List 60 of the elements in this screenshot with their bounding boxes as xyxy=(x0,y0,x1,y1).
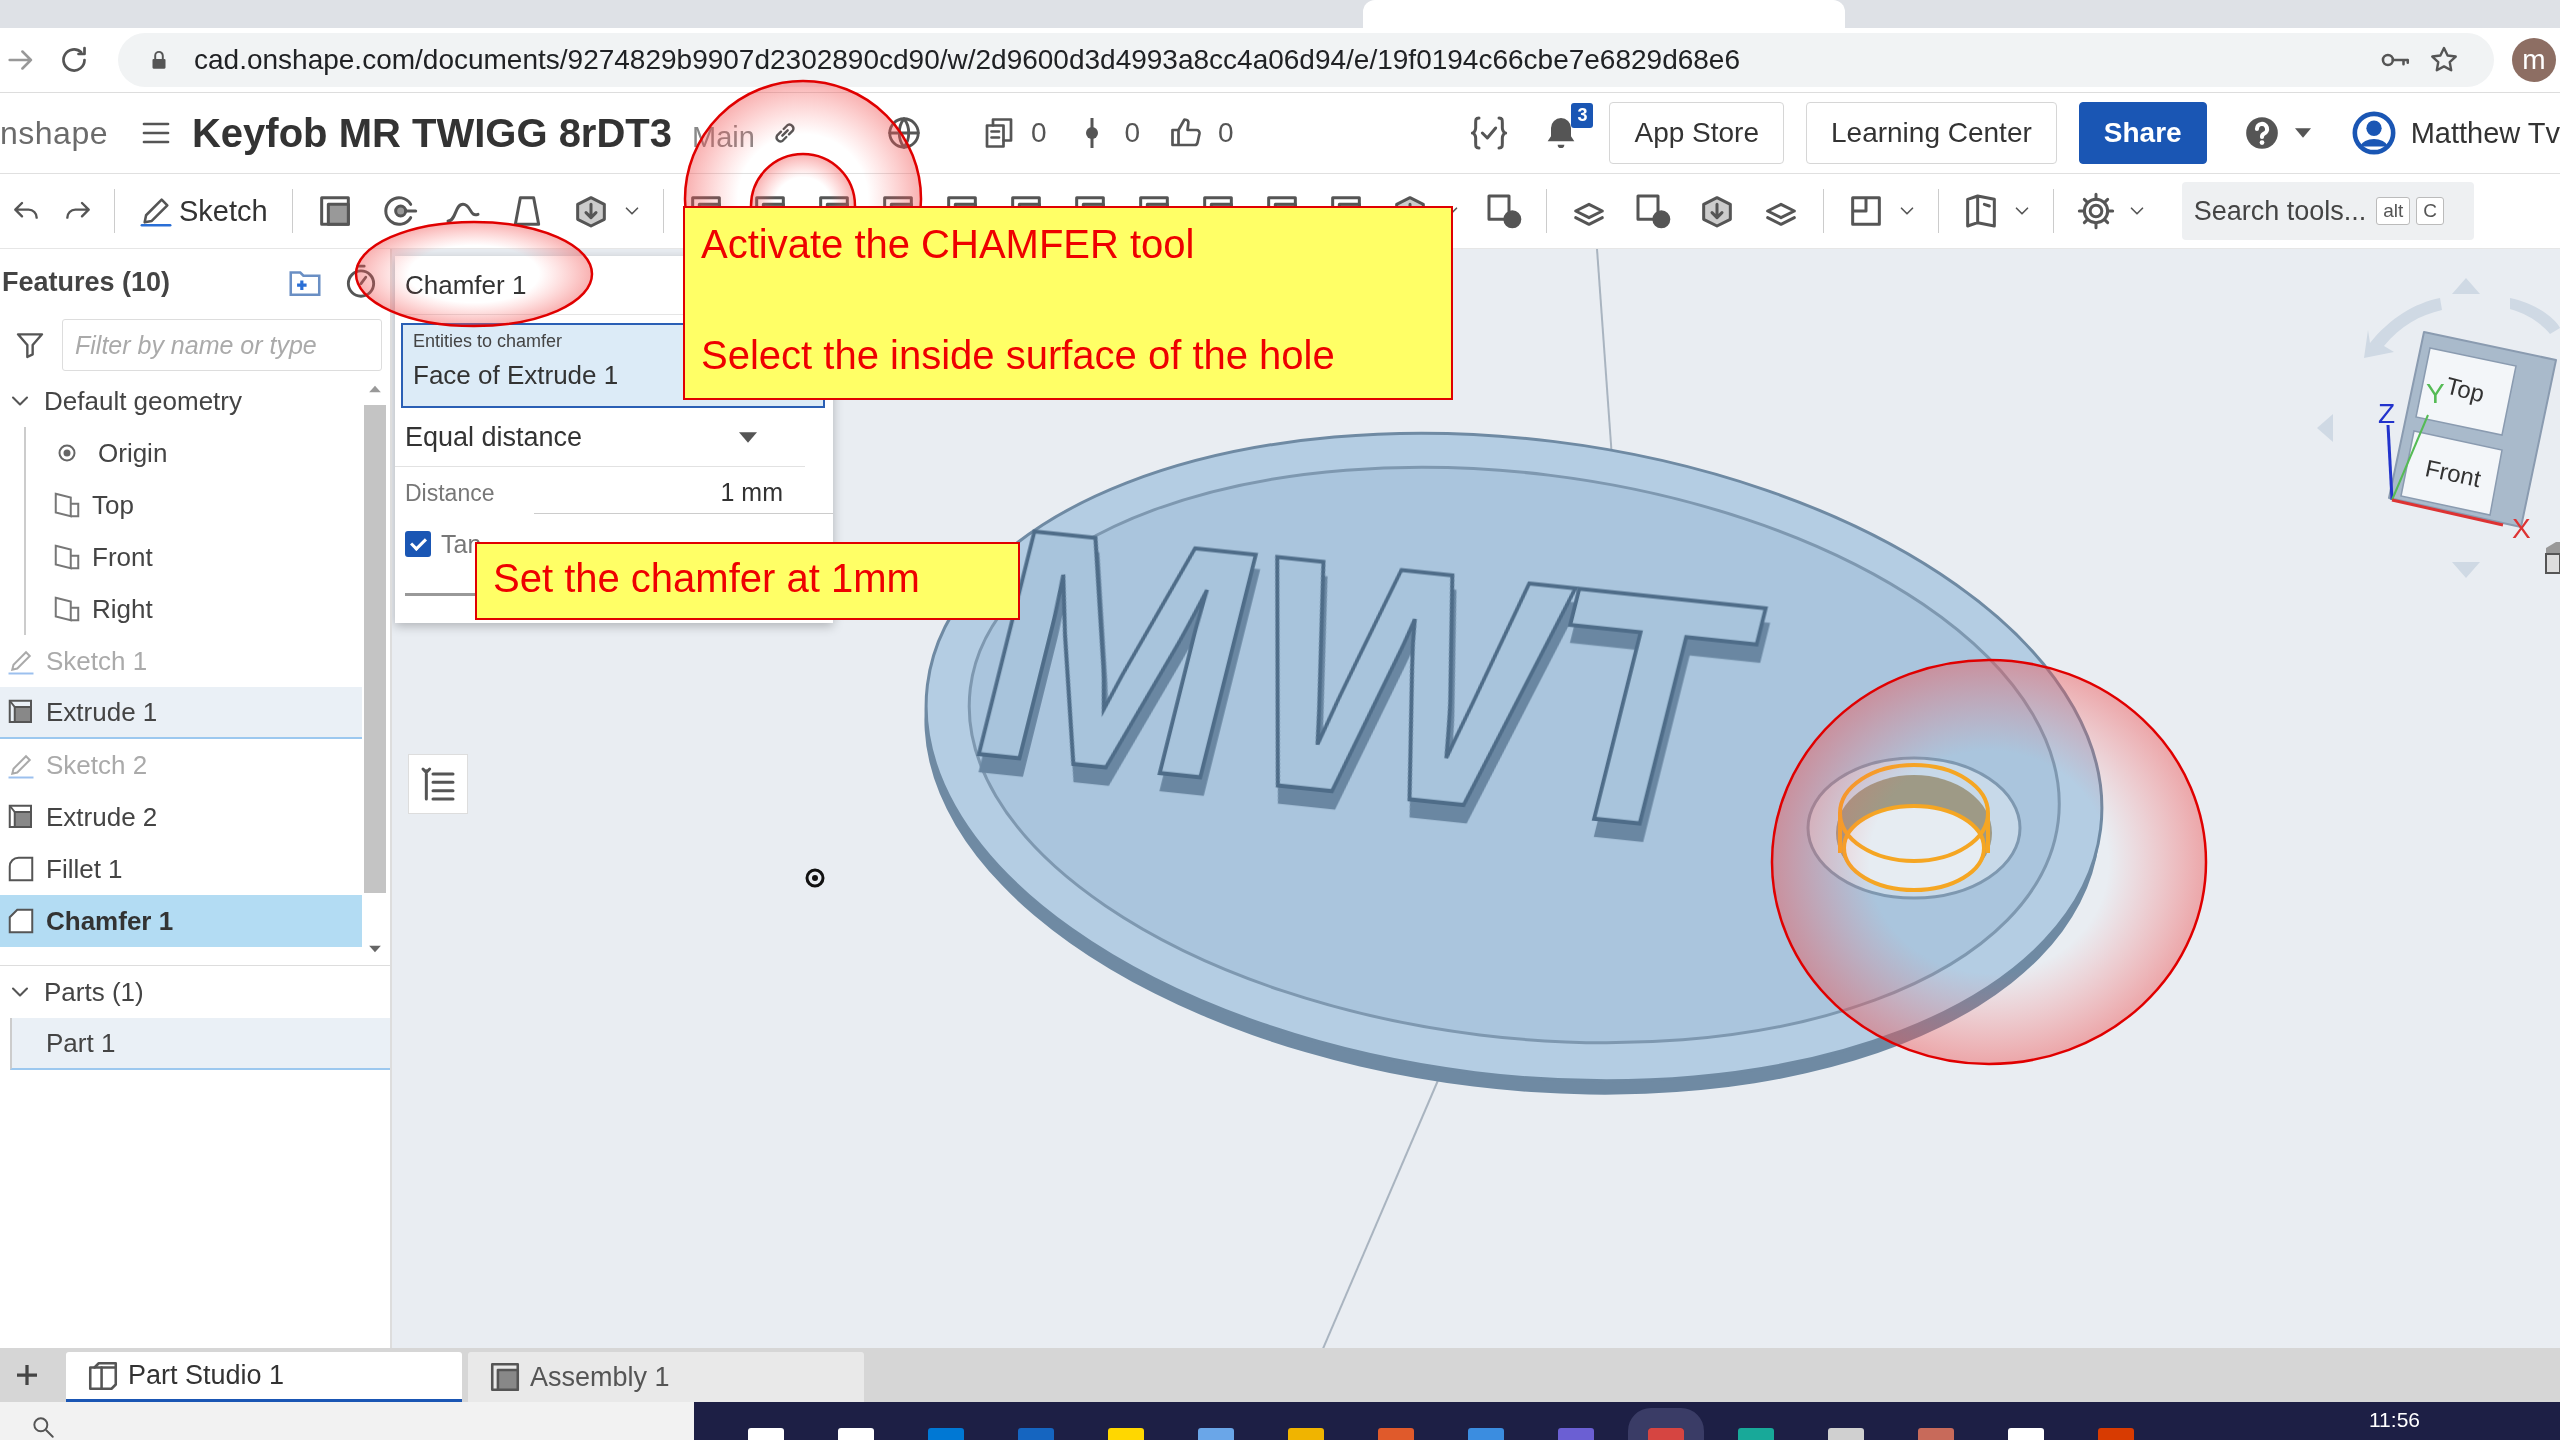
counter-value: 0 xyxy=(1124,117,1141,149)
list-button[interactable] xyxy=(408,754,468,814)
sketch-button[interactable]: Sketch xyxy=(135,194,272,228)
user-name[interactable]: Matthew Tv xyxy=(2410,116,2560,150)
feature-item[interactable]: Extrude 2 xyxy=(0,791,362,843)
callout-tooltip-text: Set the chamfer at 1mm xyxy=(493,556,921,601)
scrollbar-thumb[interactable] xyxy=(364,405,386,893)
feature-item[interactable]: Front xyxy=(26,531,362,583)
parts-header[interactable]: Parts (1) xyxy=(0,966,390,1018)
clock-text: 11:56 xyxy=(2369,1407,2421,1432)
address-bar[interactable]: cad.onshape.com/documents/9274829b9907d2302890cd90/w/2d9600d3d4993a8cc4a06d94/e/19f0194c66cbe7e6829d68e6 xyxy=(118,33,2494,87)
caret-icon xyxy=(739,431,757,443)
header-button[interactable]: Learning Center xyxy=(1806,102,2057,164)
features-title: Features (10) xyxy=(2,266,171,298)
part-item[interactable]: Part 1 xyxy=(10,1018,390,1070)
document-title: Keyfob MR TWIGG 8rDT3 xyxy=(192,110,672,156)
shortcut-key: C xyxy=(2416,197,2445,225)
document-tab[interactable]: Assembly 1 xyxy=(468,1352,864,1402)
counter-value: 0 xyxy=(1030,117,1047,149)
feature-item[interactable]: Default geometry xyxy=(0,375,362,427)
field-value: Face of Extrude 1 xyxy=(413,360,620,391)
view-arrows-drawing[interactable] xyxy=(2317,278,2560,578)
feature-item[interactable]: Chamfer 1 xyxy=(0,895,362,947)
field-label: Distance xyxy=(405,479,495,507)
chamfer-icon xyxy=(6,906,36,936)
feature-item[interactable]: Extrude 1 xyxy=(0,687,362,739)
checkbox[interactable] xyxy=(405,531,431,557)
app-logo[interactable]: nshape xyxy=(0,114,108,152)
plane-icon xyxy=(52,594,82,624)
taskbar-search-field[interactable] xyxy=(0,1402,694,1440)
axis-label: Y xyxy=(2426,378,2445,409)
cursor-icon xyxy=(805,868,825,888)
search-icon xyxy=(30,1414,56,1440)
view-cube-label[interactable]: Top xyxy=(2443,371,2488,408)
profile-avatar[interactable]: m xyxy=(2512,38,2556,82)
notification-badge: 3 xyxy=(1571,103,1594,128)
feature-item[interactable]: Top xyxy=(26,479,362,531)
filter-field[interactable]: Filter by name or type xyxy=(62,319,382,371)
header-button[interactable]: App Store xyxy=(1609,102,1784,164)
settings-icon[interactable] xyxy=(2075,191,2116,231)
header-button[interactable]: Share xyxy=(2078,102,2207,164)
cube-icon[interactable] xyxy=(2545,542,2560,574)
feature-item[interactable]: Right xyxy=(26,583,362,635)
search-tools-field[interactable]: Search tools... alt C xyxy=(2181,182,2474,240)
feature-item[interactable]: Origin xyxy=(26,427,362,479)
type-dropdown[interactable]: Equal distance xyxy=(395,408,805,467)
feature-item[interactable]: Fillet 1 xyxy=(0,843,362,895)
axis-label: Z xyxy=(2378,398,2396,429)
user-avatar-icon[interactable] xyxy=(2350,110,2397,156)
fillet-icon xyxy=(6,854,36,884)
plane-icon xyxy=(52,542,82,572)
axis-label: X xyxy=(2512,513,2531,544)
shortcut-key: alt xyxy=(2376,197,2411,225)
document-tab[interactable]: Part Studio 1 xyxy=(66,1352,462,1402)
assembly-icon xyxy=(488,1360,522,1394)
field-label: Entities to chamfer xyxy=(413,331,564,352)
plane-icon xyxy=(52,490,82,520)
distance-field[interactable]: 1 mm xyxy=(534,472,833,514)
caret-icon[interactable] xyxy=(2294,128,2311,138)
counter-value: 0 xyxy=(1218,117,1234,149)
